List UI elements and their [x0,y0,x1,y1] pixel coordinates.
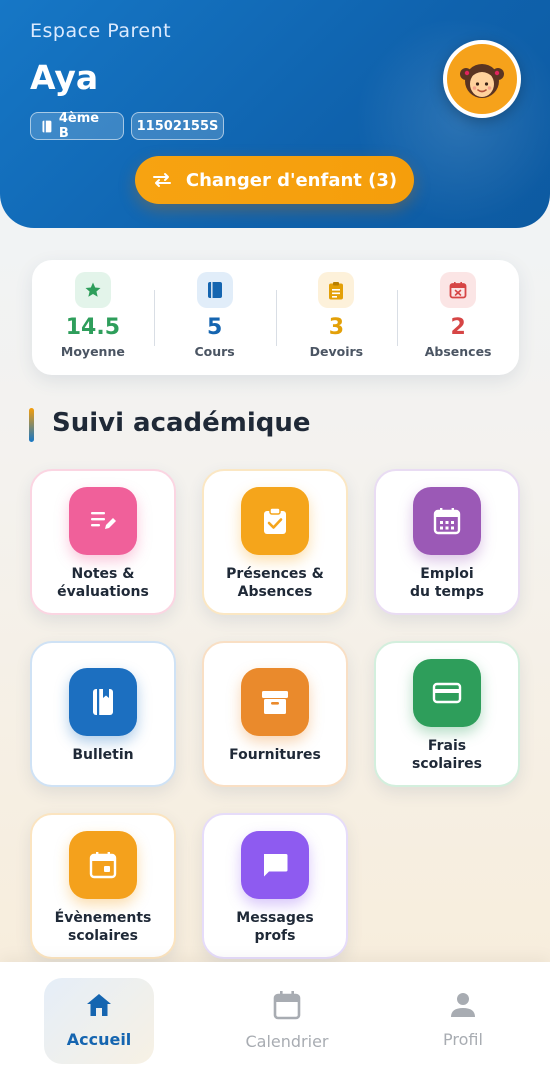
event-calendar-icon [69,831,137,899]
stat-devoirs: 3 Devoirs [275,260,398,375]
stat-label: Cours [194,344,235,359]
tile-notes[interactable]: Notes & évaluations [30,469,176,615]
header-banner: Espace Parent Aya 4ème B 11502155S Chang… [0,0,550,228]
calendar-x-icon [440,272,477,308]
credit-card-icon [413,659,481,727]
stat-value: 14.5 [65,315,121,340]
stat-value: 2 [450,315,466,340]
space-label: Espace Parent [30,20,172,42]
tile-label: Fournitures [229,747,321,763]
edit-list-icon [69,487,137,555]
section-title: Suivi académique [52,408,311,438]
stat-value: 5 [206,315,223,340]
bottom-nav: Accueil Calendrier Profil [0,962,550,1080]
nav-item-calendrier[interactable]: Calendrier [232,978,342,1064]
girl-avatar-icon [460,64,504,98]
clipboard-check-icon [241,487,309,555]
star-icon [74,272,111,308]
tile-label: Emploi du temps [410,566,484,600]
stat-label: Moyenne [60,344,125,359]
stat-label: Absences [424,344,492,359]
tile-emploi[interactable]: Emploi du temps [374,469,520,615]
nav-label: Accueil [66,1030,132,1049]
nav-label: Profil [443,1030,483,1049]
book-icon [42,120,52,132]
calendar-icon [273,991,301,1020]
tile-label: Présences & Absences [226,566,324,600]
tile-fournitures[interactable]: Fournitures [202,641,348,787]
tile-label: Frais scolaires [411,738,483,772]
switch-child-button[interactable]: Changer d'enfant (3) [135,156,414,204]
tile-bulletin[interactable]: Bulletin [30,641,176,787]
swap-arrows-icon [152,173,171,187]
tile-label: Évènements scolaires [54,910,152,944]
tile-label: Notes & évaluations [57,566,149,600]
clipboard-icon [318,272,355,308]
stat-value: 3 [328,315,345,340]
archive-box-icon [241,668,309,736]
tile-messages[interactable]: Messages profs [202,813,348,959]
tile-label: Bulletin [72,747,134,763]
class-chip: 4ème B [30,111,124,141]
book-icon [69,668,137,736]
tile-presences[interactable]: Présences & Absences [202,469,348,615]
child-name: Aya [30,58,99,97]
id-chip-label: 11502155S [136,118,219,134]
nav-label: Calendrier [245,1032,329,1051]
calendar-grid-icon [413,487,481,555]
child-avatar[interactable] [443,40,521,118]
home-icon [87,994,111,1016]
nav-item-profil[interactable]: Profil [408,978,518,1064]
stat-absences: 2 Absences [397,260,519,375]
tile-frais[interactable]: Frais scolaires [374,641,520,787]
book-icon [196,272,233,308]
stat-label: Devoirs [309,344,364,359]
class-chip-label: 4ème B [58,111,100,141]
nav-item-accueil[interactable]: Accueil [44,978,154,1064]
stat-cours: 5 Cours [153,260,276,375]
section-accent-bar [29,408,34,442]
person-icon [451,993,475,1017]
stats-card: 14.5 Moyenne 5 Cours 3 Devoirs 2 Absence… [32,260,519,375]
tile-label: Messages profs [236,910,314,944]
chat-bubble-icon [241,831,309,899]
switch-child-label: Changer d'enfant (3) [185,169,398,191]
tile-evenements[interactable]: Évènements scolaires [30,813,176,959]
id-chip: 11502155S [131,112,224,140]
stat-moyenne: 14.5 Moyenne [32,260,154,375]
